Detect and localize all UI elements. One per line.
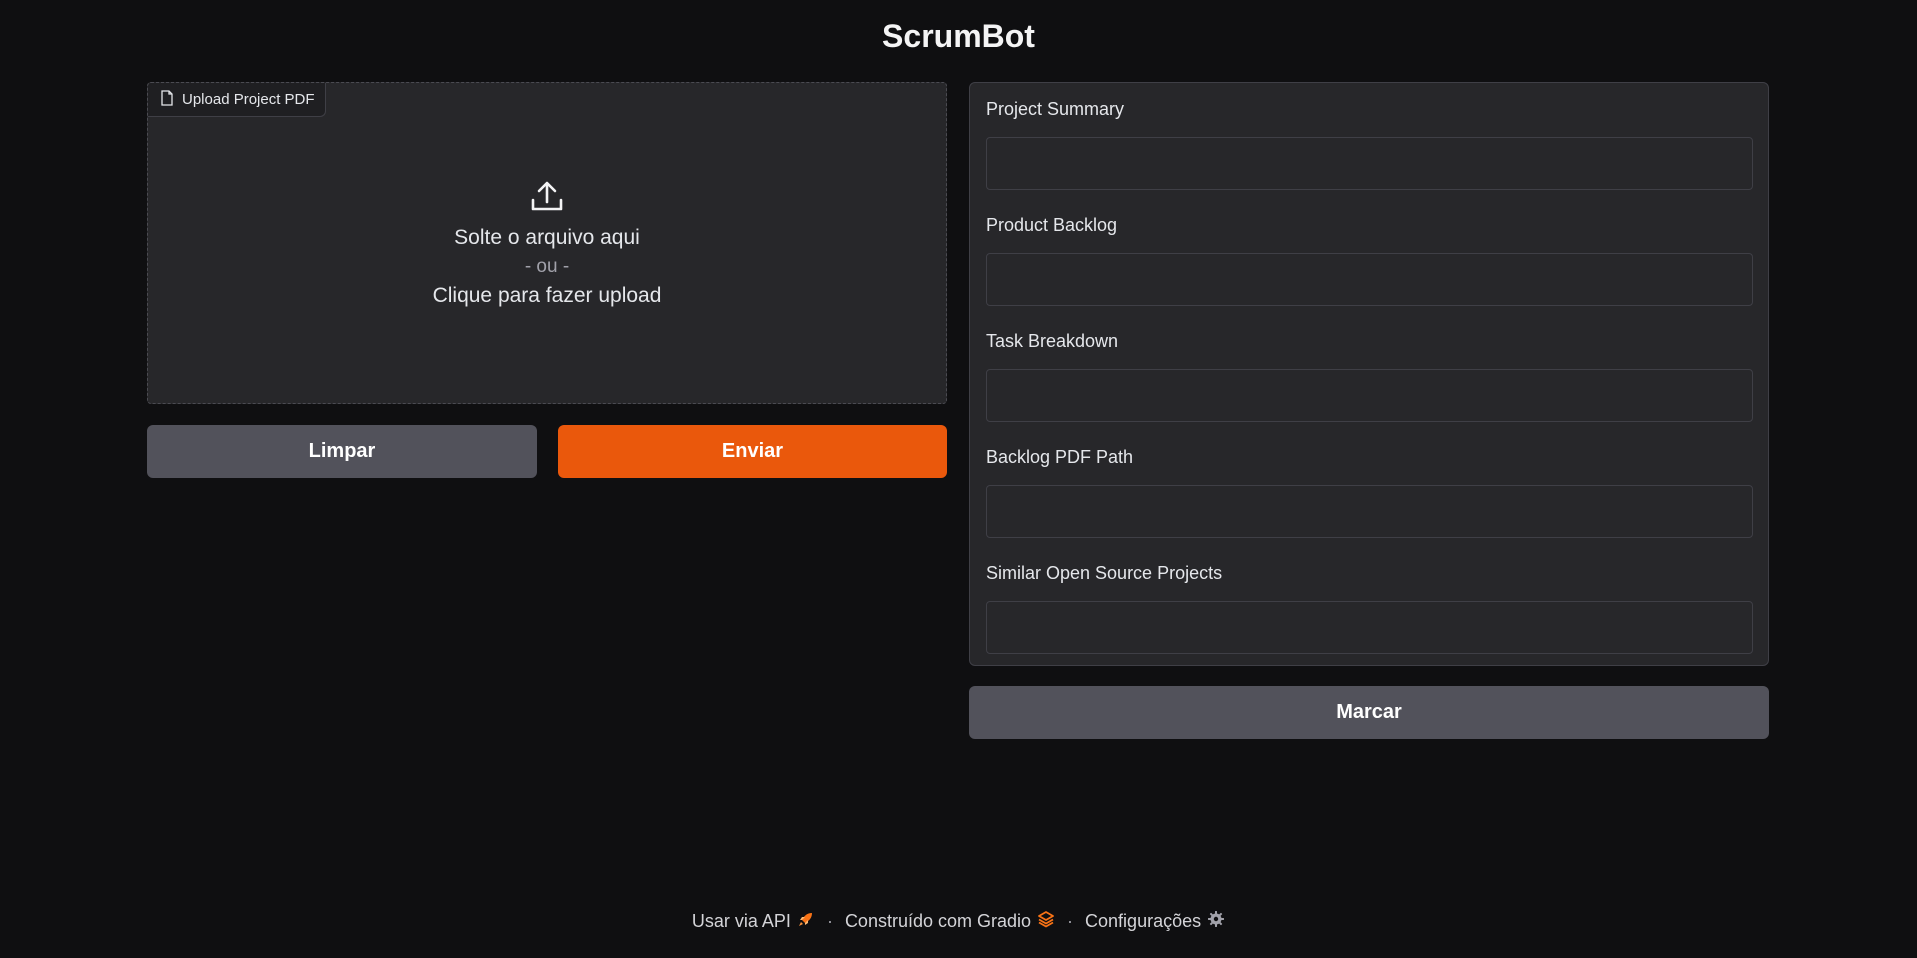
outputs-panel: Project Summary Product Backlog Task Bre… (969, 82, 1769, 666)
product-backlog-label: Product Backlog (986, 215, 1118, 235)
task-breakdown-field: Task Breakdown (986, 331, 1753, 422)
project-summary-label: Project Summary (986, 99, 1125, 119)
backlog-pdf-path-output[interactable] (986, 485, 1753, 538)
rocket-icon (797, 910, 815, 933)
built-with-gradio-link[interactable]: Construído com Gradio (845, 910, 1055, 933)
built-with-gradio-label: Construído com Gradio (844, 911, 1032, 931)
file-icon (160, 89, 174, 110)
similar-projects-label: Similar Open Source Projects (986, 563, 1223, 583)
upload-or-text: - ou - (524, 256, 570, 277)
submit-button[interactable]: Enviar (558, 425, 947, 478)
backlog-pdf-path-label: Backlog PDF Path (986, 447, 1134, 467)
pdf-upload-dropzone[interactable]: Upload Project PDF Solte o arquivo aqui … (147, 82, 947, 404)
upload-icon (530, 179, 564, 218)
project-summary-output[interactable] (986, 137, 1753, 190)
product-backlog-output[interactable] (986, 253, 1753, 306)
settings-link[interactable]: Configurações (1085, 910, 1225, 933)
product-backlog-field: Product Backlog (986, 215, 1753, 306)
footer-separator: · (1067, 911, 1074, 931)
gear-icon (1207, 910, 1225, 933)
use-via-api-link[interactable]: Usar via API (692, 910, 815, 933)
upload-label: Upload Project PDF (182, 91, 315, 108)
similar-projects-output[interactable] (986, 601, 1753, 654)
app-title: ScrumBot (882, 18, 1035, 54)
use-via-api-label: Usar via API (691, 911, 791, 931)
task-breakdown-output[interactable] (986, 369, 1753, 422)
footer: Usar via API · Construído com Gradio · C… (0, 910, 1917, 933)
similar-projects-field: Similar Open Source Projects (986, 563, 1753, 654)
footer-separator: · (826, 911, 833, 931)
clear-button[interactable]: Limpar (147, 425, 537, 478)
settings-label: Configurações (1085, 911, 1202, 931)
task-breakdown-label: Task Breakdown (986, 331, 1119, 351)
project-summary-field: Project Summary (986, 99, 1753, 190)
backlog-pdf-path-field: Backlog PDF Path (986, 447, 1753, 538)
upload-drop-text: Solte o arquivo aqui (454, 226, 640, 249)
gradio-logo-icon (1037, 910, 1055, 933)
upload-click-text: Clique para fazer upload (432, 284, 662, 307)
flag-button[interactable]: Marcar (969, 686, 1769, 739)
upload-label-tag: Upload Project PDF (148, 83, 326, 117)
